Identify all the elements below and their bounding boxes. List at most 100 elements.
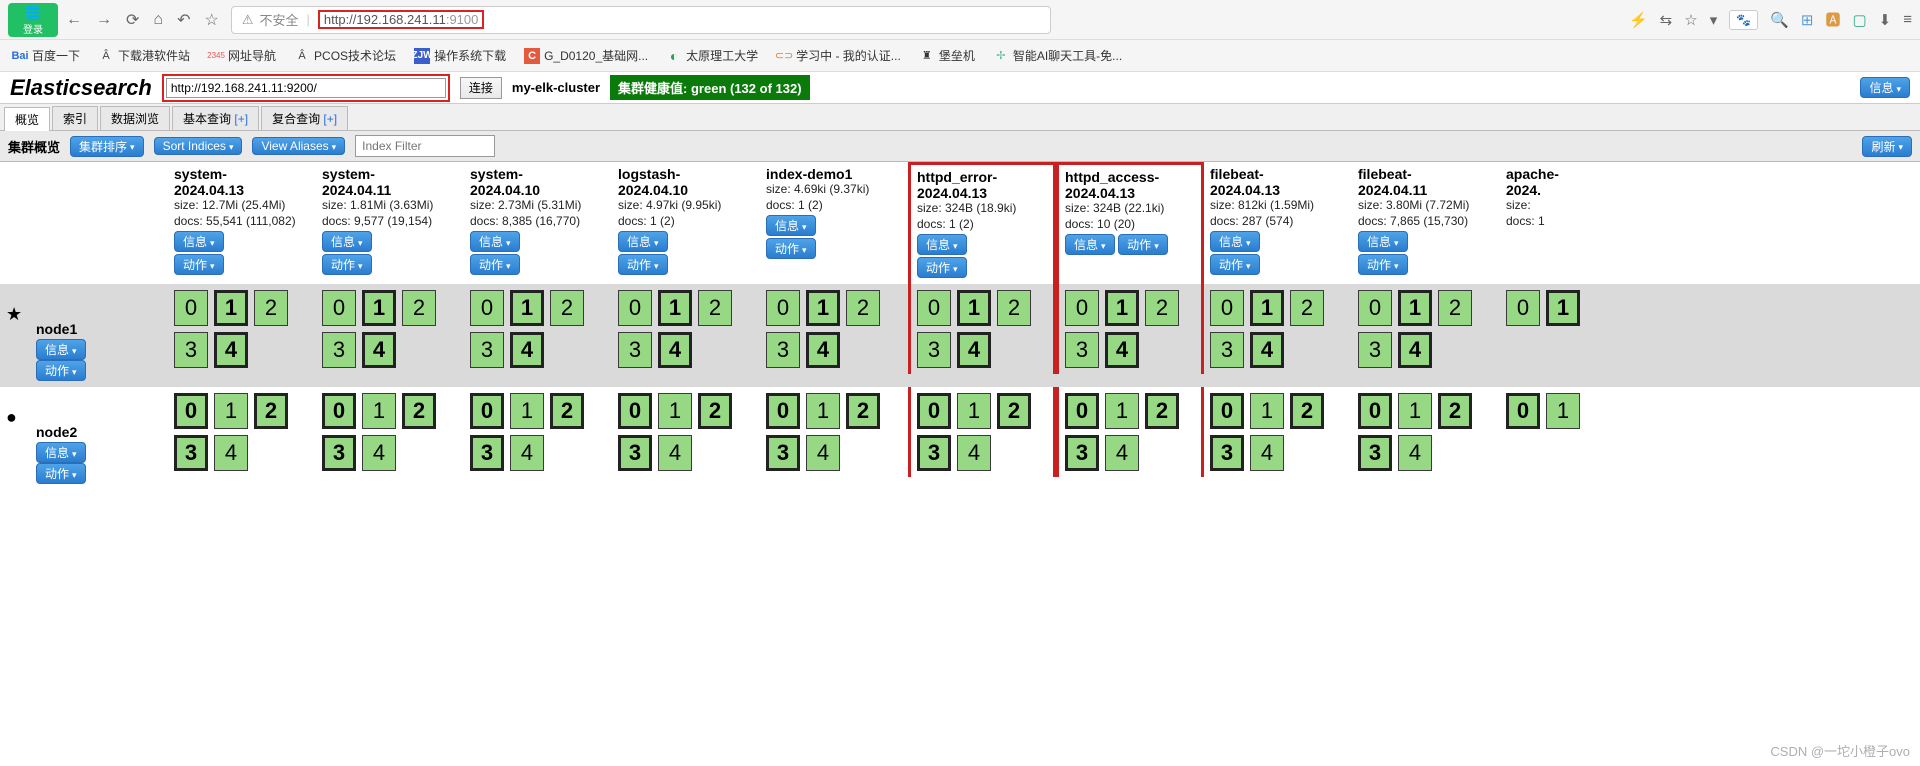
undo-icon[interactable]: ↶ <box>177 10 190 30</box>
shard[interactable]: 3 <box>917 435 951 471</box>
shard[interactable]: 4 <box>362 332 396 368</box>
shard[interactable]: 1 <box>362 290 396 326</box>
动作-button[interactable]: 动作 <box>36 463 86 484</box>
shard[interactable]: 4 <box>1105 332 1139 368</box>
shard[interactable]: 4 <box>658 435 692 471</box>
tab-复合查询 [+][interactable]: 复合查询 [+] <box>261 106 348 130</box>
bookmark-item[interactable]: ÂPCOS技术论坛 <box>294 47 396 64</box>
动作-button[interactable]: 动作 <box>917 257 967 278</box>
动作-button[interactable]: 动作 <box>322 254 372 275</box>
shard[interactable]: 2 <box>254 290 288 326</box>
shard[interactable]: 1 <box>510 393 544 429</box>
shard[interactable]: 4 <box>510 332 544 368</box>
bookmark-item[interactable]: ◐太原理工大学 <box>666 47 758 64</box>
shard[interactable]: 4 <box>1398 332 1432 368</box>
动作-button[interactable]: 动作 <box>174 254 224 275</box>
shard[interactable]: 0 <box>470 393 504 429</box>
shard[interactable]: 0 <box>470 290 504 326</box>
index-name[interactable]: apache-2024. <box>1506 166 1642 198</box>
shard[interactable]: 0 <box>1506 393 1540 429</box>
shard[interactable]: 3 <box>917 332 951 368</box>
shard[interactable]: 2 <box>1290 393 1324 429</box>
shard[interactable]: 3 <box>174 332 208 368</box>
信息-button[interactable]: 信息 <box>470 231 520 252</box>
shard[interactable]: 0 <box>1065 290 1099 326</box>
shard[interactable]: 2 <box>997 290 1031 326</box>
tab-概览[interactable]: 概览 <box>4 107 50 131</box>
shard[interactable]: 1 <box>957 393 991 429</box>
shard[interactable]: 3 <box>1210 435 1244 471</box>
share-icon[interactable]: ⇆ <box>1660 11 1673 29</box>
download-icon[interactable]: ⬇ <box>1879 11 1892 29</box>
refresh-button[interactable]: 刷新 <box>1862 136 1912 157</box>
shard[interactable]: 2 <box>997 393 1031 429</box>
index-name[interactable]: system-2024.04.13 <box>174 166 310 198</box>
信息-button[interactable]: 信息 <box>917 234 967 255</box>
shard[interactable]: 3 <box>618 332 652 368</box>
reload-icon[interactable]: ⟳ <box>126 10 139 30</box>
shard[interactable]: 4 <box>806 435 840 471</box>
menu-icon[interactable]: ≡ <box>1903 11 1912 28</box>
信息-button[interactable]: 信息 <box>36 442 86 463</box>
shard[interactable]: 1 <box>1546 393 1580 429</box>
bookmark-item[interactable]: Â下载港软件站 <box>98 47 190 64</box>
shard[interactable]: 4 <box>1250 435 1284 471</box>
shard[interactable]: 1 <box>1546 290 1580 326</box>
shard[interactable]: 0 <box>1210 393 1244 429</box>
shard[interactable]: 1 <box>1105 290 1139 326</box>
shard[interactable]: 0 <box>174 393 208 429</box>
view-aliases-button[interactable]: View Aliases <box>252 137 345 155</box>
index-name[interactable]: logstash-2024.04.10 <box>618 166 754 198</box>
动作-button[interactable]: 动作 <box>618 254 668 275</box>
bookmark-item[interactable]: ✢智能AI聊天工具-免... <box>993 47 1122 64</box>
shard[interactable]: 3 <box>1358 332 1392 368</box>
shard[interactable]: 0 <box>1210 290 1244 326</box>
es-url-input[interactable] <box>166 78 446 98</box>
shard[interactable]: 1 <box>510 290 544 326</box>
shard[interactable]: 2 <box>698 393 732 429</box>
index-name[interactable]: system-2024.04.11 <box>322 166 458 198</box>
shard[interactable]: 1 <box>1398 290 1432 326</box>
bookmark-item[interactable]: ♜堡垒机 <box>919 47 975 64</box>
index-name[interactable]: filebeat-2024.04.11 <box>1358 166 1494 198</box>
shard[interactable]: 2 <box>402 393 436 429</box>
bookmark-item[interactable]: ZJW操作系统下载 <box>414 47 506 64</box>
动作-button[interactable]: 动作 <box>36 360 86 381</box>
url-bar[interactable]: ⚠ 不安全 | http://192.168.241.11:9100 <box>231 6 1051 34</box>
shard[interactable]: 2 <box>1438 290 1472 326</box>
shard[interactable]: 0 <box>322 290 356 326</box>
shard[interactable]: 1 <box>806 393 840 429</box>
shard[interactable]: 4 <box>957 332 991 368</box>
shard[interactable]: 3 <box>1065 435 1099 471</box>
shard[interactable]: 3 <box>618 435 652 471</box>
shard[interactable]: 0 <box>1358 290 1392 326</box>
shard[interactable]: 3 <box>1358 435 1392 471</box>
back-icon[interactable]: ← <box>66 11 82 29</box>
grid-icon[interactable]: ⊞ <box>1801 11 1814 29</box>
shard[interactable]: 3 <box>174 435 208 471</box>
shard[interactable]: 1 <box>362 393 396 429</box>
动作-button[interactable]: 动作 <box>1210 254 1260 275</box>
flash-icon[interactable]: ⚡ <box>1629 11 1648 29</box>
shard[interactable]: 0 <box>174 290 208 326</box>
shard[interactable]: 3 <box>470 435 504 471</box>
star-icon[interactable]: ☆ <box>204 10 218 30</box>
shard[interactable]: 1 <box>1250 393 1284 429</box>
search-icon[interactable]: 🔍 <box>1770 11 1789 29</box>
shard[interactable]: 0 <box>766 290 800 326</box>
shard[interactable]: 3 <box>1210 332 1244 368</box>
shard[interactable]: 0 <box>1065 393 1099 429</box>
tab-基本查询 [+][interactable]: 基本查询 [+] <box>172 106 259 130</box>
bookmark-item[interactable]: CG_D0120_基础网... <box>524 47 648 64</box>
shard[interactable]: 2 <box>1145 393 1179 429</box>
动作-button[interactable]: 动作 <box>470 254 520 275</box>
shard[interactable]: 1 <box>1250 290 1284 326</box>
shard[interactable]: 2 <box>1438 393 1472 429</box>
connect-button[interactable]: 连接 <box>460 77 502 99</box>
shard[interactable]: 2 <box>254 393 288 429</box>
信息-button[interactable]: 信息 <box>322 231 372 252</box>
shard[interactable]: 0 <box>766 393 800 429</box>
shard[interactable]: 4 <box>510 435 544 471</box>
index-filter-input[interactable] <box>355 135 495 157</box>
info-button[interactable]: 信息 <box>1860 77 1910 98</box>
